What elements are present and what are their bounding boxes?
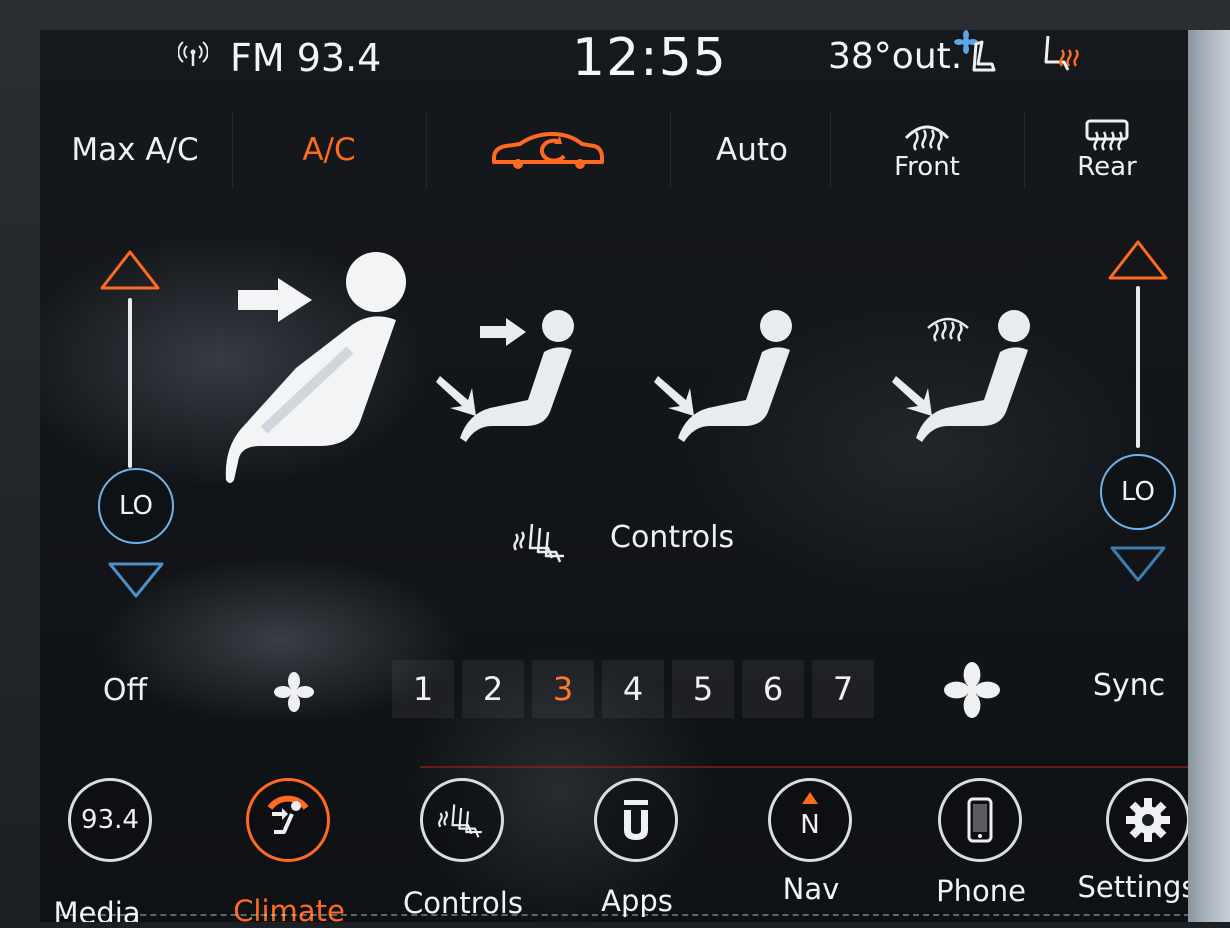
status-bar: FM 93.4 12:55 38°out. — [40, 30, 1188, 94]
fan-level-5-label: 5 — [692, 670, 714, 708]
airflow-floor-defrost-icon[interactable] — [888, 304, 1048, 468]
fan-level-7[interactable]: 7 — [812, 660, 874, 718]
climate-label: Climate — [233, 894, 345, 922]
seat-controls-icon — [513, 523, 564, 563]
divider — [670, 112, 671, 188]
controls-seat-icon — [438, 804, 482, 838]
max-ac-label: Max A/C — [71, 132, 199, 168]
nav-controls[interactable]: Controls — [378, 774, 548, 922]
right-temp-text: LO — [1120, 477, 1156, 507]
divider — [232, 112, 233, 188]
climate-seat-icon — [267, 795, 309, 834]
ac-label: A/C — [302, 132, 356, 168]
nav-nav[interactable]: N Nav — [726, 774, 896, 922]
fan-level-2[interactable]: 2 — [462, 660, 524, 718]
smartphone-icon — [967, 797, 993, 843]
fan-level-6[interactable]: 6 — [742, 660, 804, 718]
compass-letter: N — [800, 810, 820, 840]
nav-settings[interactable]: Settings — [1062, 774, 1188, 922]
fan-off-button[interactable]: Off — [60, 650, 190, 730]
fan-level-3-label: 3 — [552, 670, 574, 708]
fan-level-6-label: 6 — [762, 670, 784, 708]
media-label: Media — [53, 896, 141, 922]
radio-station[interactable]: FM 93.4 — [230, 36, 381, 80]
rear-defrost-button[interactable]: Rear — [1026, 100, 1188, 200]
fan-level-3[interactable]: 3 — [532, 660, 594, 718]
nav-label: Nav — [782, 872, 840, 906]
settings-icon — [1106, 778, 1188, 862]
apps-icon — [594, 778, 678, 862]
sync-label: Sync — [1092, 667, 1166, 703]
nav-media[interactable]: 93.4 Media — [40, 774, 210, 922]
fan-high-icon[interactable] — [944, 662, 1000, 718]
compass-north-arrow-icon — [802, 792, 818, 804]
right-temp-up-icon[interactable] — [1106, 238, 1170, 282]
settings-label: Settings — [1077, 870, 1188, 904]
fan-level-2-label: 2 — [482, 670, 504, 708]
left-temp-text: LO — [118, 491, 154, 521]
nav-phone[interactable]: Phone — [896, 774, 1066, 922]
compass-icon: N — [768, 778, 852, 862]
fan-level-1-label: 1 — [412, 670, 434, 708]
fan-level-7-label: 7 — [832, 670, 854, 708]
left-temp-up-icon[interactable] — [98, 248, 162, 292]
phone-label: Phone — [936, 874, 1026, 908]
divider — [426, 112, 427, 188]
heated-seat-icon[interactable] — [1038, 30, 1084, 78]
front-defrost-button[interactable]: Front — [830, 100, 1024, 200]
climate-icon — [246, 778, 330, 862]
phone-icon — [938, 778, 1022, 862]
airflow-floor-icon[interactable] — [650, 308, 800, 468]
recirculation-button[interactable] — [428, 100, 668, 200]
climate-top-controls: Max A/C A/C Auto Front Rear — [40, 100, 1188, 200]
airflow-panel-icon[interactable] — [200, 250, 420, 490]
gear-icon — [1126, 798, 1170, 842]
left-temp-value[interactable]: LO — [98, 468, 174, 544]
rear-defrost-label: Rear — [1077, 152, 1137, 182]
fan-off-label: Off — [102, 672, 148, 708]
ac-button[interactable]: A/C — [234, 100, 424, 200]
clock: 12:55 — [572, 30, 727, 88]
left-temp-slider[interactable] — [128, 298, 132, 468]
fan-level-4[interactable]: 4 — [602, 660, 664, 718]
media-badge: 93.4 — [81, 805, 139, 835]
seat-controls-button[interactable]: Controls — [500, 500, 780, 580]
outside-temperature: 38°out. — [828, 36, 963, 77]
nav-climate[interactable]: Climate — [204, 774, 374, 922]
divider — [1024, 112, 1025, 188]
controls-icon — [420, 778, 504, 862]
uconnect-icon — [624, 800, 648, 840]
divider-line — [420, 766, 1188, 768]
fan-level-1[interactable]: 1 — [392, 660, 454, 718]
auto-button[interactable]: Auto — [672, 100, 832, 200]
right-temp-slider[interactable] — [1136, 286, 1140, 448]
fan-level-4-label: 4 — [622, 670, 644, 708]
ventilated-seat-icon[interactable] — [952, 30, 998, 78]
nav-apps[interactable]: Apps — [552, 774, 722, 922]
front-defrost-icon — [904, 125, 950, 151]
right-temp-value[interactable]: LO — [1100, 454, 1176, 530]
rear-defrost-icon — [1085, 119, 1129, 151]
media-icon: 93.4 — [68, 778, 152, 862]
radio-signal-icon — [178, 41, 208, 66]
fan-speed-row: Off 1 2 3 4 5 6 7 Sync — [40, 650, 1188, 730]
sync-button[interactable]: Sync — [1070, 650, 1188, 720]
fan-low-icon[interactable] — [274, 672, 314, 712]
right-temp-down-icon[interactable] — [1108, 544, 1168, 584]
recirculation-car-icon — [492, 132, 604, 169]
front-defrost-label: Front — [894, 152, 960, 182]
bottom-dash-line — [60, 914, 1188, 916]
auto-label: Auto — [716, 132, 788, 168]
apps-label: Apps — [601, 884, 673, 918]
left-temp-down-icon[interactable] — [106, 560, 166, 600]
seat-controls-label: Controls — [610, 520, 735, 555]
climate-screen: FM 93.4 12:55 38°out. Max A/C A/C Auto F… — [40, 30, 1188, 922]
fan-level-5[interactable]: 5 — [672, 660, 734, 718]
airflow-bilevel-icon[interactable] — [432, 308, 582, 468]
max-ac-button[interactable]: Max A/C — [40, 100, 230, 200]
